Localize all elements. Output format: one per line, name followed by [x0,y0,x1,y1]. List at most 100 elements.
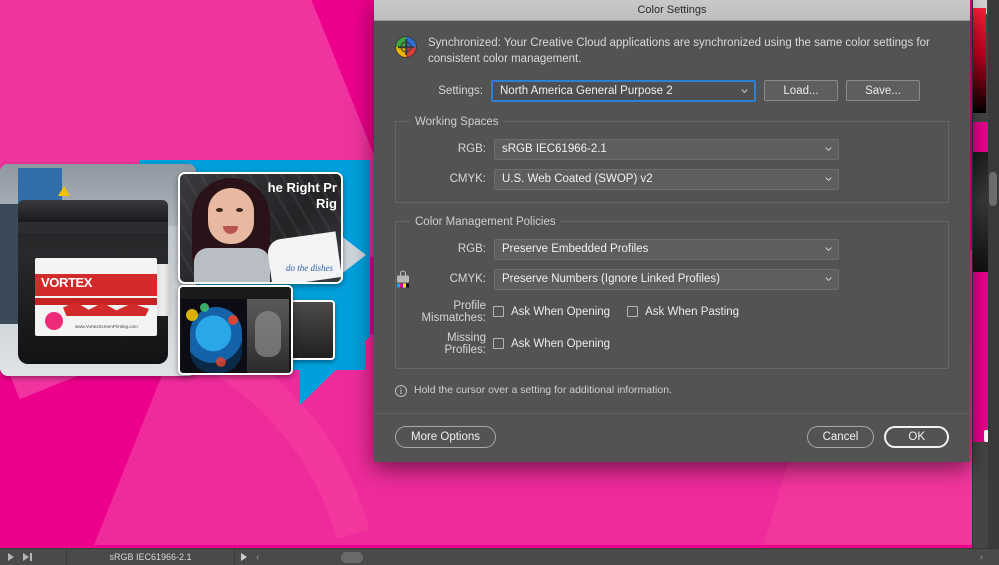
ok-button[interactable]: OK [884,426,949,448]
policies-rgb-value: Preserve Embedded Profiles [502,243,648,255]
bucket-lid-ring [18,222,168,233]
settings-preset-dropdown[interactable]: North America General Purpose 2 [491,80,756,102]
canvas-wedge [340,235,366,275]
working-spaces-cmyk-row: CMYK: U.S. Web Coated (SWOP) v2 [408,169,936,190]
artwork-splatter-red [228,315,238,325]
profile-mismatches-row: Profile Mismatches: Ask When Opening Ask… [408,300,936,324]
sync-message: Synchronized: Your Creative Cloud applic… [428,35,933,68]
more-options-button[interactable]: More Options [395,426,496,448]
vertical-scrollbar[interactable] [988,0,999,548]
status-expand-icon[interactable] [241,553,247,561]
person-eye-left [216,208,223,212]
chevron-right-icon[interactable]: › [980,552,999,563]
photo-paint-bucket[interactable]: VORTEX LC COLORS www.VortexScreenPrintin… [0,164,196,376]
artwork-color-print [182,299,250,375]
cmyk-color-bar [397,284,409,288]
info-hint-text: Hold the cursor over a setting for addit… [414,384,672,396]
person-torso [194,248,270,284]
mismatch-ask-pasting-label: Ask When Pasting [645,306,739,318]
artwork-gray-face [255,311,281,357]
load-button[interactable]: Load... [764,80,838,101]
screen: VORTEX LC COLORS www.VortexScreenPrintin… [0,0,999,565]
person-eye-right [236,208,243,212]
settings-row: Settings: North America General Purpose … [395,80,949,102]
shirt-script-text: do the dishes [286,264,333,274]
working-rgb-value: sRGB IEC61966-2.1 [502,143,607,155]
policies-cmyk-label: CMYK: [408,273,486,285]
printed-shirt [266,231,342,284]
settings-preset-value: North America General Purpose 2 [500,85,673,97]
working-cmyk-label: CMYK: [408,173,486,185]
skip-end-bar [30,553,32,561]
color-wheel-inner-ring [401,42,412,53]
chevron-down-icon [825,276,832,283]
horizontal-scrollbar[interactable] [259,549,979,565]
mismatch-ask-opening-checkbox[interactable] [493,306,504,317]
status-nav-buttons[interactable] [0,553,66,561]
status-color-profile: sRGB IEC61966-2.1 [67,552,234,562]
working-rgb-dropdown[interactable]: sRGB IEC61966-2.1 [494,139,839,160]
mismatch-ask-pasting-checkbox[interactable] [627,306,638,317]
bucket-url-text: www.VortexScreenPrinting.com [75,324,138,329]
policies-cmyk-dropdown[interactable]: Preserve Numbers (Ignore Linked Profiles… [494,269,839,290]
status-bar: sRGB IEC61966-2.1 ‹ › [0,548,999,565]
photo-artwork[interactable] [178,285,293,375]
dialog-footer: More Options Cancel OK [374,413,970,462]
missing-ask-opening-checkbox[interactable] [493,338,504,349]
working-spaces-rgb-row: RGB: sRGB IEC61966-2.1 [408,139,936,160]
bucket-photo-tube [155,264,171,316]
working-spaces-group: Working Spaces RGB: sRGB IEC61966-2.1 CM… [395,116,949,203]
color-management-policies-group: Color Management Policies RGB: Preserve … [395,216,949,369]
chevron-down-icon [741,87,748,94]
skip-end-triangle [23,553,29,561]
working-cmyk-dropdown[interactable]: U.S. Web Coated (SWOP) v2 [494,169,839,190]
video-headline: he Right Pr Rig [268,180,337,213]
missing-profiles-label: Missing Profiles: [408,332,486,356]
color-settings-dialog: Color Settings Synchronized: Your Creati… [374,0,970,462]
artwork-splatter-yellow [186,309,198,321]
artwork-splatter-green [200,303,209,312]
play-forward-icon[interactable] [8,553,14,561]
status-divider-2 [234,549,235,565]
info-hint-row: i Hold the cursor over a setting for add… [395,384,949,397]
dialog-title: Color Settings [637,4,706,16]
video-headline-line1: he Right Pr [268,180,337,195]
video-headline-line2: Rig [316,196,337,211]
working-spaces-legend: Working Spaces [410,116,504,128]
policies-rgb-label: RGB: [408,243,486,255]
working-cmyk-value: U.S. Web Coated (SWOP) v2 [502,173,653,185]
artwork-splatter-red-2 [216,357,226,367]
vertical-scrollbar-thumb[interactable] [989,172,997,206]
lock-body [397,276,409,283]
dialog-body: Synchronized: Your Creative Cloud applic… [374,21,970,413]
skip-end-icon[interactable] [23,553,32,561]
working-rgb-label: RGB: [408,143,486,155]
lock-icon [396,271,410,288]
chevron-down-icon [825,176,832,183]
cancel-button[interactable]: Cancel [807,426,875,448]
footer-actions: Cancel OK [807,426,949,448]
bucket-sub-text: LC COLORS [79,291,116,297]
missing-profiles-row: Missing Profiles: Ask When Opening [408,332,936,356]
settings-label: Settings: [395,85,483,97]
artwork-gray-print [247,299,289,375]
policies-rgb-row: RGB: Preserve Embedded Profiles [408,239,936,260]
person-face [208,188,254,244]
save-button[interactable]: Save... [846,80,920,101]
policies-cmyk-row: CMYK: Preserve Numbers (Ignore Linked Pr… [408,269,936,290]
policies-rgb-dropdown[interactable]: Preserve Embedded Profiles [494,239,839,260]
label-color-dot [45,312,63,330]
policies-cmyk-value: Preserve Numbers (Ignore Linked Profiles… [502,273,720,285]
missing-ask-opening-label: Ask When Opening [511,338,610,350]
sync-status-row: Synchronized: Your Creative Cloud applic… [395,35,949,68]
artwork-top-bar [180,287,291,299]
bucket-label: VORTEX LC COLORS www.VortexScreenPrintin… [35,258,157,336]
profile-mismatches-label: Profile Mismatches: [408,300,486,324]
color-gradient-strip[interactable] [973,8,986,113]
photo-video-thumbnail[interactable]: he Right Pr Rig do the dishes [178,172,343,284]
policies-legend: Color Management Policies [410,216,561,228]
horizontal-scrollbar-thumb[interactable] [341,552,363,563]
info-icon: i [395,385,407,397]
cmyk-black [406,284,409,288]
bucket-brand-text: VORTEX [41,275,157,290]
